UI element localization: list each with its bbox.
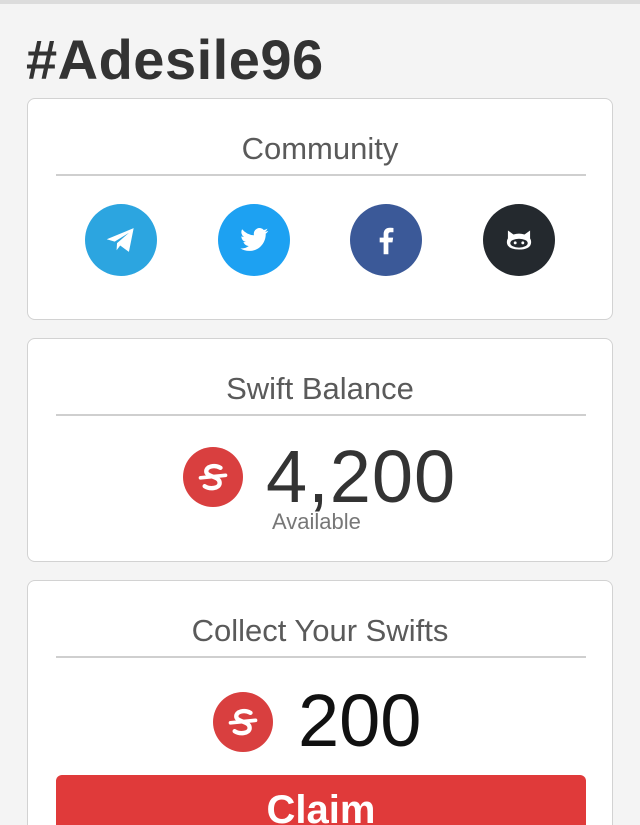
page: #Adesile96 Community Swift Balance 4,200…	[0, 0, 640, 825]
collect-title: Collect Your Swifts	[191, 613, 449, 648]
twitter-button[interactable]	[218, 204, 290, 276]
page-title: #Adesile96	[26, 28, 324, 91]
swift-balance-card: Swift Balance 4,200 Available	[27, 338, 613, 562]
collect-swifts-card: Collect Your Swifts 200 Claim	[27, 580, 613, 825]
github-button[interactable]	[483, 204, 555, 276]
divider	[56, 414, 586, 416]
telegram-icon	[106, 228, 134, 252]
balance-title: Swift Balance	[226, 371, 414, 406]
collect-amount: 200	[298, 679, 422, 762]
community-title: Community	[241, 131, 399, 166]
swift-coin-icon	[183, 447, 243, 507]
balance-amount: 4,200	[266, 435, 457, 518]
claim-button[interactable]: Claim	[56, 775, 586, 825]
github-icon	[506, 230, 532, 250]
swift-coin-icon	[213, 692, 273, 752]
balance-caption: Available	[272, 509, 361, 534]
facebook-button[interactable]	[350, 204, 422, 276]
facebook-icon	[379, 227, 394, 255]
top-bar	[0, 0, 640, 4]
community-card: Community	[27, 98, 613, 320]
twitter-icon	[240, 228, 269, 251]
divider	[56, 656, 586, 658]
telegram-button[interactable]	[85, 204, 157, 276]
divider	[56, 174, 586, 176]
